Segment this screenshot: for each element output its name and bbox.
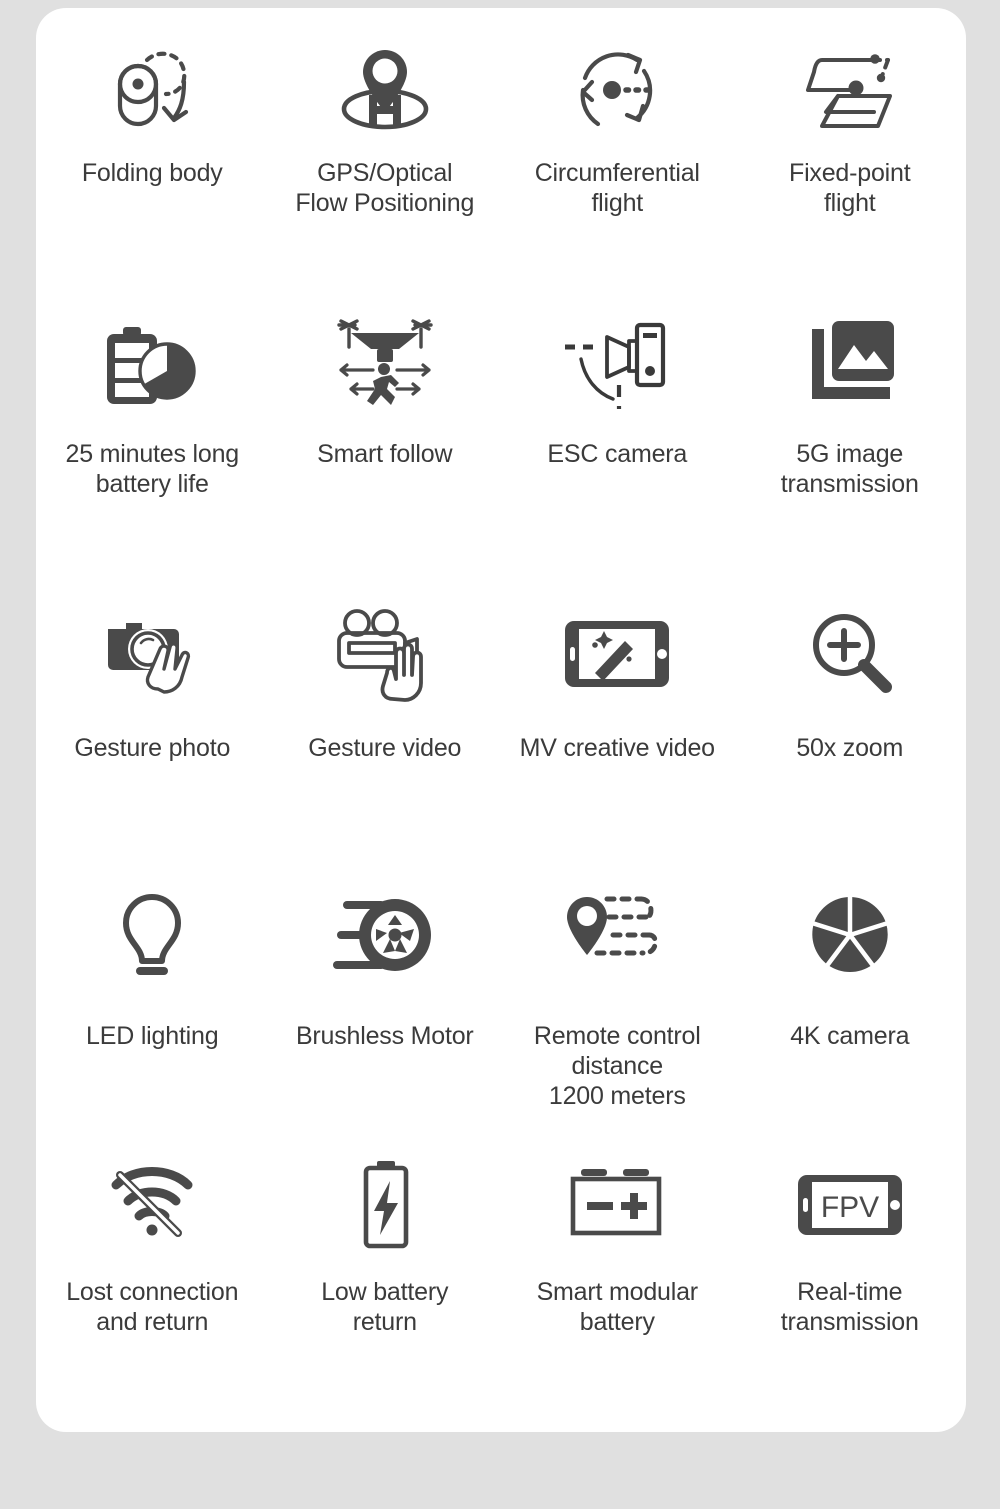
feature-cell-fpv-realtime[interactable]: FPV Real-time transmission	[734, 1139, 967, 1399]
feature-label: Folding body	[81, 159, 223, 187]
feature-label: Real-time transmission	[780, 1278, 919, 1336]
feature-cell-zoom[interactable]: 50x zoom	[734, 589, 967, 869]
feature-cell-esc-camera[interactable]: ESC camera	[501, 299, 734, 589]
gps-optical-flow-icon	[333, 30, 437, 150]
feature-label: 5G image transmission	[780, 440, 919, 498]
feature-cell-lost-connection[interactable]: Lost connection and return	[36, 1139, 269, 1399]
feature-label: MV creative video	[519, 734, 715, 762]
feature-label: Circumferential flight	[534, 159, 700, 217]
feature-label: Brushless Motor	[295, 1022, 474, 1050]
feature-cell-circumferential-flight[interactable]: Circumferential flight	[501, 24, 734, 299]
feature-label: LED lighting	[86, 1022, 219, 1050]
feature-cell-folding-body[interactable]: Folding body	[36, 24, 269, 299]
feature-cell-4k-camera[interactable]: 4K camera	[734, 869, 967, 1139]
svg-text:FPV: FPV	[821, 1191, 879, 1224]
feature-label: Lost connection and return	[66, 1278, 239, 1336]
feature-cell-gesture-video[interactable]: Gesture video	[269, 589, 502, 869]
zoom-icon	[798, 595, 902, 715]
esc-camera-icon	[557, 305, 677, 425]
battery-life-icon	[97, 305, 207, 425]
fixed-point-flight-icon	[794, 30, 906, 150]
feature-label: Gesture video	[308, 734, 462, 762]
feature-cell-battery-life[interactable]: 25 minutes long battery life	[36, 299, 269, 589]
smart-modular-battery-icon	[561, 1145, 673, 1265]
feature-label: Low battery return	[321, 1278, 449, 1336]
brushless-motor-icon	[329, 875, 441, 995]
feature-label: ESC camera	[547, 440, 688, 468]
feature-cell-gps-optical-flow[interactable]: GPS/Optical Flow Positioning	[269, 24, 502, 299]
folding-body-icon	[100, 30, 204, 150]
feature-cell-low-battery-return[interactable]: Low battery return	[269, 1139, 502, 1399]
feature-label: 25 minutes long battery life	[65, 440, 239, 498]
feature-label: GPS/Optical Flow Positioning	[295, 159, 475, 217]
feature-label: 4K camera	[790, 1022, 910, 1050]
image-transmission-icon	[798, 305, 902, 425]
feature-cell-remote-control-distance[interactable]: Remote control distance 1200 meters	[501, 869, 734, 1139]
gesture-photo-icon	[96, 595, 208, 715]
feature-cell-smart-follow[interactable]: Smart follow	[269, 299, 502, 589]
remote-control-distance-icon	[557, 875, 677, 995]
feature-label: Gesture photo	[74, 734, 231, 762]
led-lighting-icon	[100, 875, 204, 995]
feature-card: Folding body GPS/Optical Flow Positionin…	[36, 8, 966, 1432]
feature-grid: Folding body GPS/Optical Flow Positionin…	[36, 8, 966, 1432]
feature-cell-smart-modular-battery[interactable]: Smart modular battery	[501, 1139, 734, 1399]
mv-creative-video-icon	[557, 595, 677, 715]
4k-camera-icon	[798, 875, 902, 995]
feature-label: Fixed-point flight	[789, 159, 911, 217]
gesture-video-icon	[329, 595, 441, 715]
smart-follow-icon	[329, 305, 441, 425]
feature-label: Smart follow	[317, 440, 453, 468]
feature-cell-led-lighting[interactable]: LED lighting	[36, 869, 269, 1139]
circumferential-flight-icon	[565, 30, 669, 150]
feature-cell-brushless-motor[interactable]: Brushless Motor	[269, 869, 502, 1139]
feature-cell-image-transmission[interactable]: 5G image transmission	[734, 299, 967, 589]
feature-cell-gesture-photo[interactable]: Gesture photo	[36, 589, 269, 869]
feature-label: Smart modular battery	[536, 1278, 699, 1336]
fpv-realtime-icon: FPV	[790, 1145, 910, 1265]
lost-connection-icon	[100, 1145, 204, 1265]
low-battery-return-icon	[333, 1145, 437, 1265]
feature-cell-fixed-point-flight[interactable]: Fixed-point flight	[734, 24, 967, 299]
feature-label: 50x zoom	[796, 734, 904, 762]
feature-cell-mv-creative-video[interactable]: MV creative video	[501, 589, 734, 869]
feature-label: Remote control distance 1200 meters	[533, 1022, 701, 1110]
